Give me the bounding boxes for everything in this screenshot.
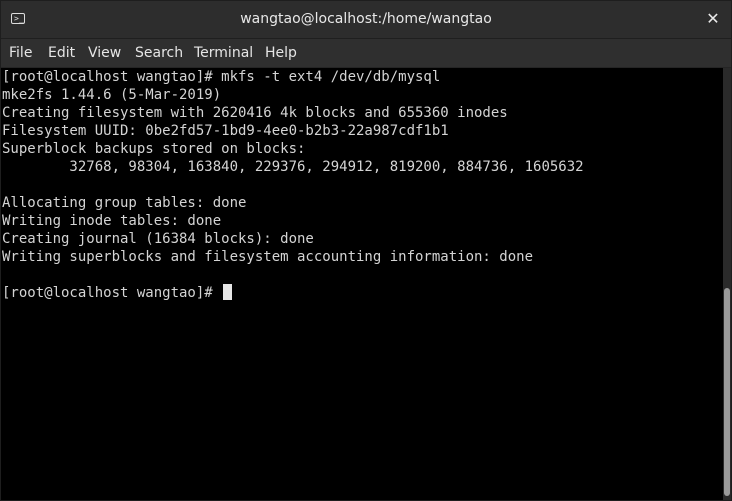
menu-search[interactable]: Search — [135, 39, 183, 67]
terminal-line: Writing superblocks and filesystem accou… — [2, 249, 534, 265]
menu-view[interactable]: View — [88, 39, 121, 67]
text-cursor — [223, 284, 233, 300]
terminal-output[interactable]: [root@localhost wangtao]# mkfs -t ext4 /… — [1, 68, 723, 500]
window-title: wangtao@localhost:/home/wangtao — [240, 11, 492, 27]
terminal-line: Filesystem UUID: 0be2fd57-1bd9-4ee0-b2b3… — [2, 123, 449, 139]
terminal-line: [root@localhost wangtao]# mkfs -t ext4 /… — [2, 69, 441, 85]
menu-terminal[interactable]: Terminal — [194, 39, 253, 67]
terminal-line: mke2fs 1.44.6 (5-Mar-2019) — [2, 87, 222, 103]
terminal-line: Creating journal (16384 blocks): done — [2, 231, 314, 247]
scrollbar[interactable] — [723, 68, 731, 500]
terminal-line: Creating filesystem with 2620416 4k bloc… — [2, 105, 508, 121]
terminal-line: 32768, 98304, 163840, 229376, 294912, 81… — [2, 159, 584, 175]
scrollbar-thumb[interactable] — [724, 288, 730, 496]
terminal-window: >_ wangtao@localhost:/home/wangtao ✕ Fil… — [0, 0, 732, 501]
menu-file[interactable]: File — [9, 39, 32, 67]
close-icon[interactable]: ✕ — [705, 11, 721, 27]
menu-edit[interactable]: Edit — [48, 39, 75, 67]
terminal-line: Superblock backups stored on blocks: — [2, 141, 306, 157]
title-bar[interactable]: >_ wangtao@localhost:/home/wangtao ✕ — [1, 1, 731, 39]
terminal-line: Writing inode tables: done — [2, 213, 222, 229]
menu-bar: File Edit View Search Terminal Help — [1, 39, 731, 68]
terminal-prompt: [root@localhost wangtao]# — [2, 285, 222, 301]
menu-help[interactable]: Help — [265, 39, 297, 67]
terminal-line: Allocating group tables: done — [2, 195, 247, 211]
terminal-prompt-line: [root@localhost wangtao]# — [2, 284, 233, 302]
